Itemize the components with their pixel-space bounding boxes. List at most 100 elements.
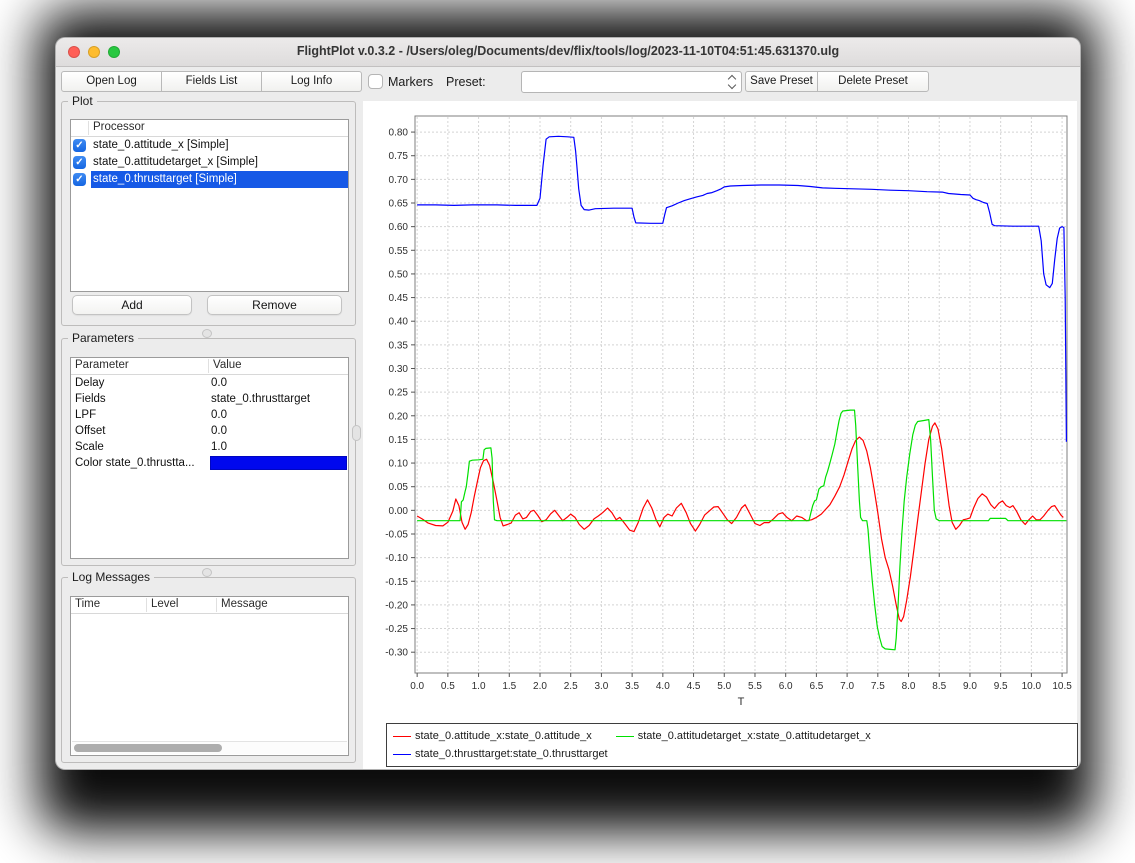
- processor-checkbox[interactable]: ✓: [73, 139, 86, 152]
- y-tick-label: 0.30: [389, 364, 409, 375]
- y-tick-label: -0.20: [385, 600, 408, 611]
- parameter-name: Scale: [75, 439, 104, 455]
- x-tick-label: 4.0: [656, 681, 670, 692]
- x-tick-label: 0.5: [441, 681, 455, 692]
- parameters-table[interactable]: Parameter Value Delay 0.0 Fields state_0.th…: [70, 357, 349, 559]
- parameter-row[interactable]: Offset0.0: [71, 423, 348, 439]
- splitter-handle[interactable]: [202, 329, 212, 338]
- processor-list-item[interactable]: ✓state_0.attitudetarget_x [Simple]: [71, 154, 348, 171]
- y-tick-label: 0.70: [389, 175, 409, 186]
- column-divider: [88, 121, 89, 135]
- flight-plot-chart[interactable]: 0.800.750.700.650.600.550.500.450.400.35…: [363, 101, 1077, 716]
- y-tick-label: 0.00: [389, 506, 409, 517]
- parameter-row[interactable]: Scale 1.0: [71, 439, 348, 455]
- log-messages-table[interactable]: Time Level Message: [70, 596, 349, 756]
- processor-list-item[interactable]: ✓state_0.thrusttarget [Simple]: [71, 171, 348, 188]
- y-tick-label: 0.15: [389, 435, 409, 446]
- value-column-header: Value: [213, 359, 242, 371]
- y-tick-label: 0.80: [389, 128, 409, 139]
- open-log-button[interactable]: Open Log: [61, 71, 162, 92]
- splitter-handle[interactable]: [202, 568, 212, 577]
- parameter-value[interactable]: 0.0: [211, 375, 227, 391]
- vertical-splitter-handle[interactable]: [352, 425, 361, 441]
- delete-preset-button[interactable]: Delete Preset: [817, 71, 929, 92]
- legend-label: state_0.attitude_x:state_0.attitude_x: [415, 730, 592, 742]
- parameters-group: Parameters Parameter Value Delay0.0Field…: [61, 338, 356, 566]
- plot-area[interactable]: [415, 116, 1067, 673]
- legend-row: state_0.thrusttarget:state_0.thrusttarge…: [393, 745, 1071, 763]
- horizontal-scrollbar[interactable]: [72, 741, 347, 754]
- y-tick-label: 0.50: [389, 269, 409, 280]
- x-tick-label: 2.5: [564, 681, 578, 692]
- log-table-header: Time Level Message: [71, 597, 348, 614]
- log-messages-group-title: Log Messages: [68, 570, 154, 584]
- scrollbar-thumb[interactable]: [74, 744, 222, 752]
- processor-checkbox[interactable]: ✓: [73, 173, 86, 186]
- x-tick-label: 8.5: [932, 681, 946, 692]
- fields-list-button[interactable]: Fields List: [161, 71, 262, 92]
- level-column-header: Level: [151, 598, 179, 610]
- column-divider: [216, 598, 217, 612]
- x-tick-label: 6.5: [809, 681, 823, 692]
- y-tick-label: 0.40: [389, 317, 409, 328]
- preset-combobox[interactable]: [521, 71, 742, 93]
- parameter-value[interactable]: state_0.thrusttarget: [211, 391, 310, 407]
- y-tick-label: 0.25: [389, 388, 409, 399]
- chevron-down-icon: [728, 81, 736, 89]
- parameter-name: Color state_0.thrustta...: [75, 455, 195, 471]
- titlebar: FlightPlot v.0.3.2 - /Users/oleg/Documen…: [56, 38, 1080, 67]
- app-window: FlightPlot v.0.3.2 - /Users/oleg/Documen…: [55, 37, 1081, 770]
- processor-label: state_0.attitude_x [Simple]: [91, 137, 348, 154]
- x-tick-label: 5.5: [748, 681, 762, 692]
- parameter-row[interactable]: Fields state_0.thrusttarget: [71, 391, 348, 407]
- legend-label: state_0.attitudetarget_x:state_0.attitud…: [638, 730, 871, 742]
- x-tick-label: 1.5: [502, 681, 516, 692]
- markers-checkbox[interactable]: [368, 74, 383, 89]
- combobox-stepper-icon[interactable]: [727, 74, 737, 90]
- parameter-value[interactable]: 0.0: [211, 407, 227, 423]
- chart-panel: 0.800.750.700.650.600.550.500.450.400.35…: [363, 101, 1077, 769]
- message-column-header: Message: [221, 598, 268, 610]
- y-tick-label: 0.45: [389, 293, 409, 304]
- log-messages-group: Log Messages Time Level Message: [61, 577, 356, 763]
- y-tick-label: -0.10: [385, 553, 408, 564]
- parameters-table-header: Parameter Value: [71, 358, 348, 375]
- processor-list-item[interactable]: ✓ state_0.attitude_x [Simple]: [71, 137, 348, 154]
- processor-checkbox[interactable]: ✓: [73, 156, 86, 169]
- x-tick-label: 0.0: [410, 681, 424, 692]
- column-divider: [146, 598, 147, 612]
- processor-list[interactable]: Processor ✓state_0.attitude_x [Simple]✓s…: [70, 119, 349, 292]
- y-tick-label: 0.65: [389, 199, 409, 210]
- parameter-value[interactable]: 0.0: [211, 423, 227, 439]
- x-tick-label: 1.0: [472, 681, 486, 692]
- legend-item: state_0.thrusttarget:state_0.thrusttarge…: [393, 748, 608, 760]
- y-tick-label: 0.20: [389, 411, 409, 422]
- x-tick-label: 6.0: [779, 681, 793, 692]
- remove-button[interactable]: Remove: [207, 295, 342, 315]
- parameter-name: Delay: [75, 375, 104, 391]
- y-tick-label: 0.75: [389, 151, 409, 162]
- screenshot-canvas: FlightPlot v.0.3.2 - /Users/oleg/Documen…: [0, 0, 1135, 863]
- column-divider: [208, 359, 209, 373]
- color-swatch[interactable]: [210, 456, 347, 470]
- legend-line-sample: [616, 736, 634, 737]
- y-tick-label: -0.30: [385, 648, 408, 659]
- x-axis-label: T: [738, 696, 745, 708]
- parameter-value[interactable]: 1.0: [211, 439, 227, 455]
- log-info-button[interactable]: Log Info: [261, 71, 362, 92]
- parameter-name: Fields: [75, 391, 106, 407]
- legend-item: state_0.attitude_x:state_0.attitude_x: [393, 730, 592, 742]
- y-tick-label: 0.05: [389, 482, 409, 493]
- window-title: FlightPlot v.0.3.2 - /Users/oleg/Documen…: [56, 44, 1080, 58]
- legend-row: state_0.attitude_x:state_0.attitude_x sta…: [393, 727, 1071, 745]
- y-tick-label: -0.15: [385, 577, 408, 588]
- save-preset-button[interactable]: Save Preset: [745, 71, 818, 92]
- color-parameter-row[interactable]: Color state_0.thrustta...: [71, 455, 348, 471]
- processor-list-header: Processor: [71, 120, 348, 137]
- parameter-row[interactable]: LPF0.0: [71, 407, 348, 423]
- legend-line-sample: [393, 736, 411, 737]
- x-tick-label: 2.0: [533, 681, 547, 692]
- x-tick-label: 9.0: [963, 681, 977, 692]
- parameter-row[interactable]: Delay 0.0: [71, 375, 348, 391]
- add-button[interactable]: Add: [72, 295, 192, 315]
